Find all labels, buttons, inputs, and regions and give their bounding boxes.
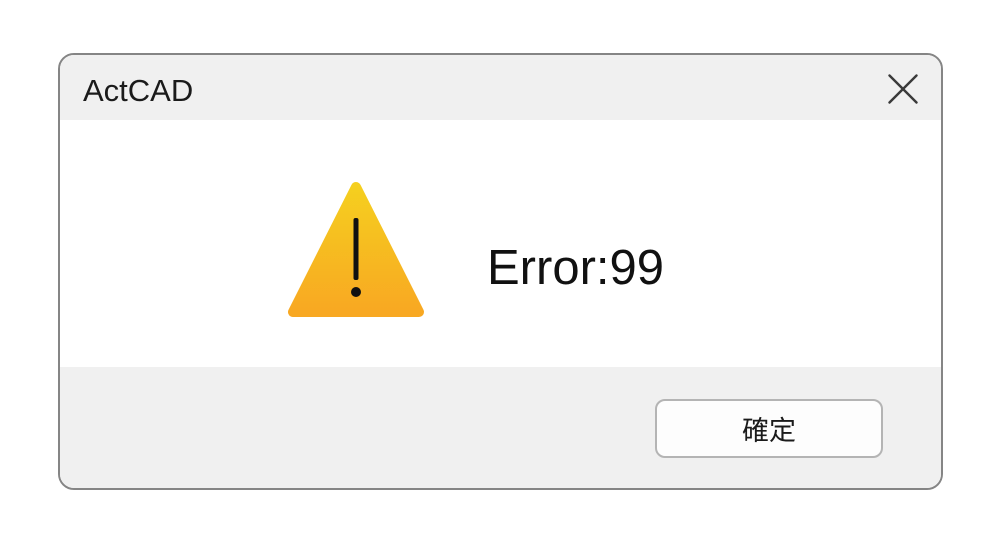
exclamation-bar [353,218,359,280]
warning-icon [288,182,424,317]
button-bar: 確定 [60,367,941,488]
dialog-window: ActCAD Error:99 確定 [58,53,943,490]
message-area: Error:99 [60,120,941,367]
close-icon[interactable] [888,74,918,104]
exclamation-dot [351,287,361,297]
error-message: Error:99 [487,241,665,295]
title-bar[interactable]: ActCAD [60,55,941,120]
window-title: ActCAD [83,73,194,108]
close-button[interactable] [879,65,927,113]
ok-button[interactable]: 確定 [655,399,883,458]
